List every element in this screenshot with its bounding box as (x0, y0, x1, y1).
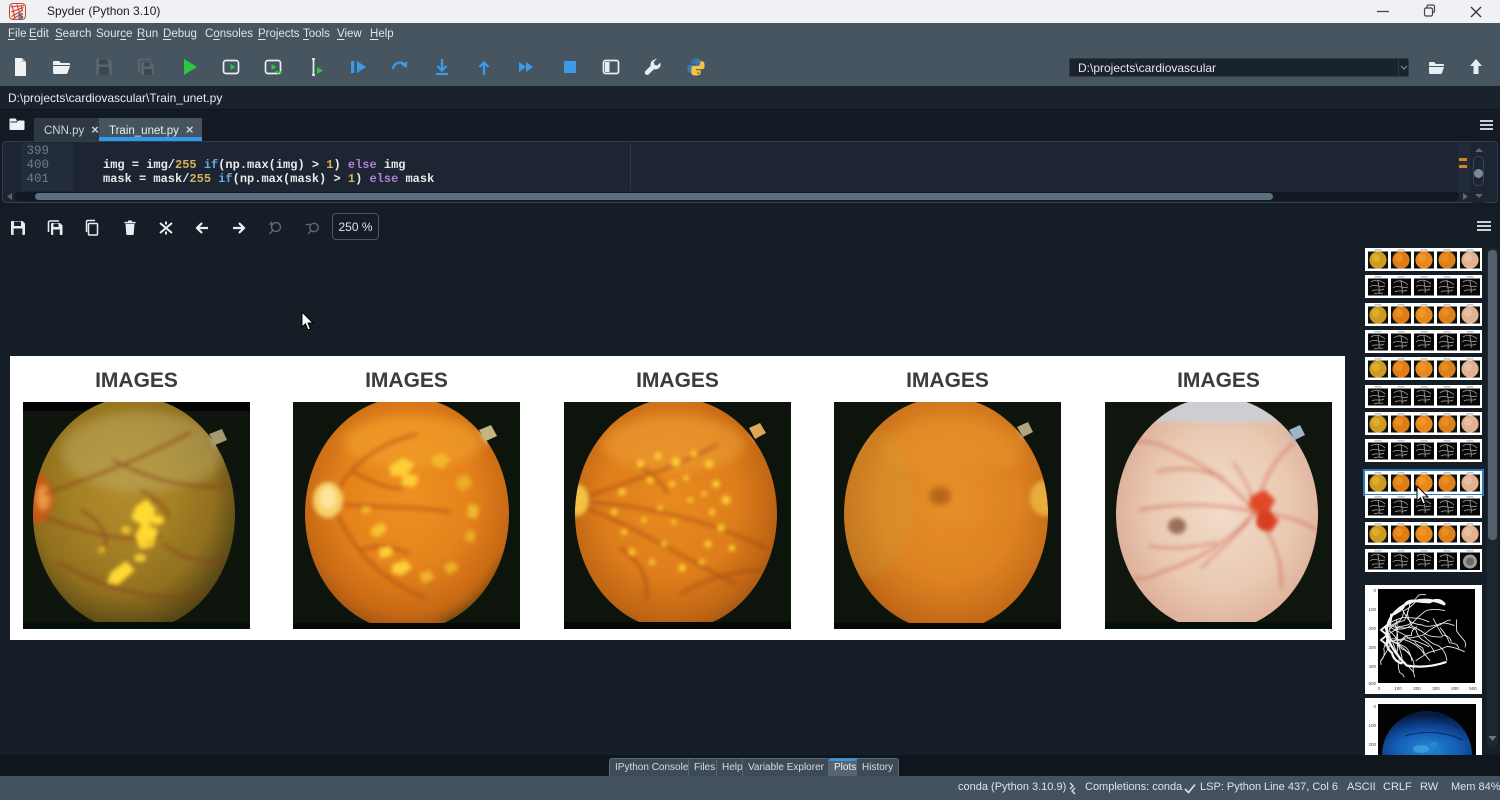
svg-text:s: s (19, 11, 24, 21)
svg-text:500: 500 (1469, 686, 1477, 691)
svg-text:100: 100 (1368, 723, 1376, 728)
svg-text:100: 100 (1394, 686, 1402, 691)
svg-text:200: 200 (1413, 686, 1421, 691)
svg-text:100: 100 (1368, 607, 1376, 612)
svg-text:300: 300 (1432, 686, 1440, 691)
svg-text:200: 200 (1368, 742, 1376, 747)
svg-text:400: 400 (1451, 686, 1459, 691)
svg-text:300: 300 (1368, 645, 1376, 650)
svg-text:400: 400 (1368, 664, 1376, 669)
svg-text:200: 200 (1368, 626, 1376, 631)
svg-text:500: 500 (1368, 681, 1376, 686)
